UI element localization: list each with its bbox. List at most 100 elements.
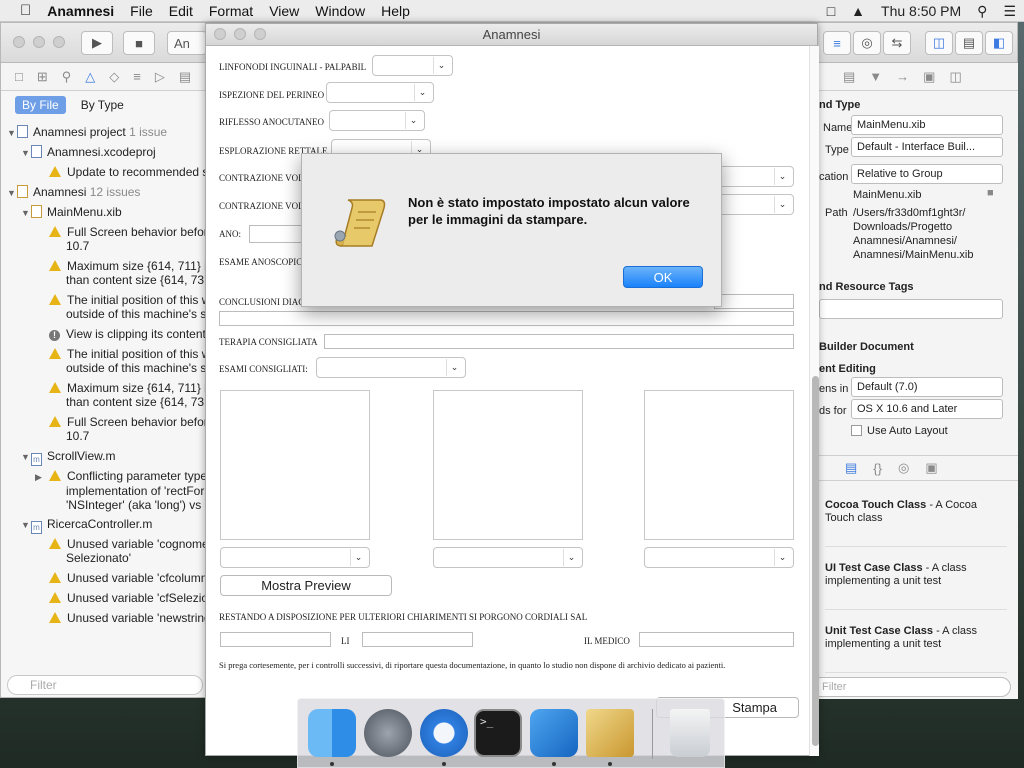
code-snippet-icon[interactable]: {} <box>873 461 882 476</box>
menu-window[interactable]: Window <box>307 3 373 19</box>
library-item[interactable]: Unit Test Case Class - A class implement… <box>825 625 1007 673</box>
find-icon[interactable]: ⚲ <box>62 69 72 85</box>
zoom-window-button[interactable] <box>53 36 65 48</box>
version-editor-button[interactable]: ⇆ <box>883 31 911 55</box>
tree-row-warning[interactable]: Unused variable 'cognome Selezionato' <box>49 537 209 569</box>
safari-icon[interactable] <box>420 709 468 757</box>
scrollbar-thumb[interactable] <box>812 376 819 746</box>
tree-row-warning[interactable]: The initial position of this w outside of… <box>49 293 210 325</box>
file-template-icon[interactable]: ▤ <box>845 460 857 476</box>
city-field[interactable] <box>220 632 331 647</box>
ok-button[interactable]: OK <box>623 266 703 288</box>
tree-row-project[interactable]: ▼ Anamnesi 12 issues <box>7 185 140 203</box>
close-window-button[interactable] <box>13 36 25 48</box>
utilities-toggle-button[interactable]: ◧ <box>985 31 1013 55</box>
disclosure-triangle-icon[interactable]: ▶ <box>35 470 45 484</box>
folder-icon[interactable]: ■ <box>987 187 994 199</box>
menu-edit[interactable]: Edit <box>161 3 201 19</box>
name-field[interactable]: MainMenu.xib <box>851 115 1003 135</box>
navigator-toggle-button[interactable]: ◫ <box>925 31 953 55</box>
medico-field[interactable] <box>639 632 794 647</box>
conclusioni-field[interactable] <box>714 294 794 309</box>
date-field[interactable] <box>362 632 473 647</box>
test-icon[interactable]: ◇ <box>109 69 119 85</box>
debug-icon[interactable]: ≡ <box>133 69 141 84</box>
mostra-preview-button[interactable]: Mostra Preview <box>220 575 392 596</box>
tree-row-warning[interactable]: Unused variable 'newstring <box>49 611 211 629</box>
disclosure-triangle-icon[interactable]: ▼ <box>7 186 17 200</box>
tree-row-warning[interactable]: Maximum size {614, 711} is than content s… <box>49 259 213 291</box>
assistant-editor-button[interactable]: ◎ <box>853 31 881 55</box>
menu-view[interactable]: View <box>261 3 307 19</box>
object-library-icon[interactable]: ◎ <box>898 460 909 476</box>
display-icon[interactable]: □ <box>819 3 843 19</box>
disclosure-triangle-icon[interactable]: ▼ <box>21 146 31 160</box>
media-library-icon[interactable]: ▣ <box>925 460 937 476</box>
terminal-icon[interactable]: >_ <box>474 709 522 757</box>
image-well-1[interactable] <box>220 390 370 540</box>
terapia-field[interactable] <box>324 334 794 349</box>
launchpad-icon[interactable] <box>364 709 412 757</box>
apple-icon[interactable]:  <box>0 2 39 19</box>
esami-popup[interactable]: ⌄ <box>316 357 466 378</box>
connections-icon[interactable]: → <box>896 69 909 84</box>
disclosure-triangle-icon[interactable]: ▼ <box>21 518 31 532</box>
run-button[interactable]: ▶ <box>81 31 113 55</box>
tree-row-warning[interactable]: Full Screen behavior before 10.7 <box>49 415 214 447</box>
file-inspector-icon[interactable]: ▤ <box>843 69 855 85</box>
attributes-icon[interactable]: ▼ <box>869 69 882 84</box>
menubar-clock[interactable]: Thu 8:50 PM <box>873 3 969 19</box>
close-window-button[interactable] <box>214 28 226 40</box>
image-popup-3[interactable]: ⌄ <box>644 547 794 568</box>
builds-for-select[interactable]: OS X 10.6 and Later <box>851 399 1003 419</box>
image-well-2[interactable] <box>433 390 583 540</box>
menu-format[interactable]: Format <box>201 3 261 19</box>
scheme-selector[interactable]: An <box>167 31 207 55</box>
hierarchy-icon[interactable]: ⊞ <box>37 69 48 85</box>
opens-in-select[interactable]: Default (7.0) <box>851 377 1003 397</box>
tree-row-warning[interactable]: Update to recommended s <box>49 165 208 183</box>
riflesso-popup[interactable]: ⌄ <box>329 110 425 131</box>
xcode-icon[interactable] <box>530 709 578 757</box>
bindings-icon[interactable]: ▣ <box>923 69 935 85</box>
image-well-3[interactable] <box>644 390 794 540</box>
vertical-scrollbar[interactable] <box>809 46 819 756</box>
breakpoint-icon[interactable]: ▷ <box>155 69 165 85</box>
resource-tags-field[interactable] <box>819 299 1003 319</box>
menu-app-name[interactable]: Anamnesi <box>39 3 122 19</box>
eject-icon[interactable]: ▲ <box>843 3 873 19</box>
stop-button[interactable]: ■ <box>123 31 155 55</box>
tree-row-project[interactable]: ▼ Anamnesi project 1 issue <box>7 125 167 143</box>
notification-center-icon[interactable]: ☰ <box>995 3 1024 20</box>
conclusioni-field-2[interactable] <box>219 311 794 326</box>
linfonodi-popup[interactable]: ⌄ <box>372 55 453 76</box>
tree-row-error[interactable]: ! View is clipping its content <box>49 327 206 345</box>
tree-row-warning[interactable]: The initial position of this w outside of… <box>49 347 210 379</box>
size-icon[interactable]: ◫ <box>949 69 961 85</box>
script-editor-icon[interactable] <box>586 709 634 757</box>
spotlight-search-icon[interactable]: ⚲ <box>969 3 995 20</box>
tree-row-file[interactable]: ▼ Anamnesi.xcodeproj <box>21 145 156 163</box>
minimize-window-button[interactable] <box>33 36 45 48</box>
trash-icon[interactable] <box>670 709 710 757</box>
type-select[interactable]: Default - Interface Buil... <box>851 137 1003 157</box>
tree-row-warning[interactable]: Unused variable 'cfcolumn <box>49 571 207 589</box>
disclosure-triangle-icon[interactable]: ▼ <box>7 126 17 140</box>
tree-row-file[interactable]: ▼ MainMenu.xib <box>21 205 122 223</box>
library-filter-input[interactable]: Filter <box>811 677 1011 697</box>
report-icon[interactable]: ▤ <box>179 69 191 85</box>
image-popup-2[interactable]: ⌄ <box>433 547 583 568</box>
tree-row-warning[interactable]: Maximum size {614, 711} is than content s… <box>49 381 213 413</box>
location-select[interactable]: Relative to Group <box>851 164 1003 184</box>
disclosure-triangle-icon[interactable]: ▼ <box>21 206 31 220</box>
menu-help[interactable]: Help <box>373 3 418 19</box>
debug-area-toggle-button[interactable]: ▤ <box>955 31 983 55</box>
zoom-window-button[interactable] <box>254 28 266 40</box>
tree-row-file[interactable]: ▼ m RicercaController.m <box>21 517 152 535</box>
by-type-tab[interactable]: By Type <box>74 96 131 114</box>
menu-file[interactable]: File <box>122 3 161 19</box>
auto-layout-checkbox[interactable]: Use Auto Layout <box>851 425 948 437</box>
by-file-tab[interactable]: By File <box>15 96 66 114</box>
library-item[interactable]: UI Test Case Class - A class implementin… <box>825 562 1007 610</box>
finder-icon[interactable] <box>308 709 356 757</box>
